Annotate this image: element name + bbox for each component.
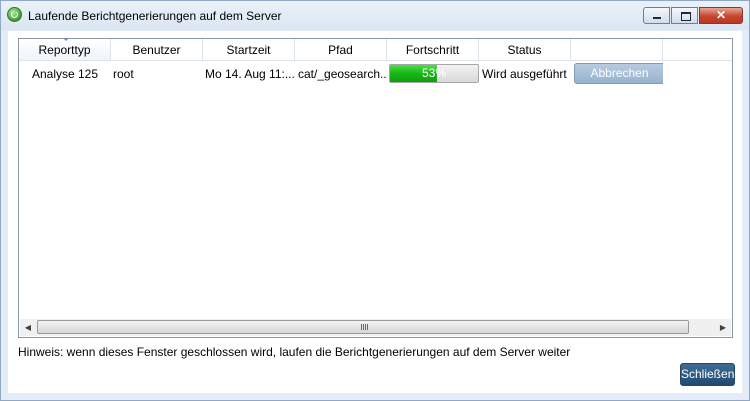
close-icon: ✕: [715, 8, 727, 22]
abort-button[interactable]: Abbrechen: [574, 63, 663, 84]
cell-pfad: cat/_geosearch...: [298, 67, 387, 81]
grip-icon: [361, 324, 369, 330]
window-controls: ✕: [642, 7, 743, 24]
cell-benutzer: root: [113, 67, 134, 81]
progress-label: 53%: [421, 66, 447, 80]
column-header-label: Fortschritt: [405, 43, 460, 57]
minimize-icon: [653, 17, 661, 19]
column-header-label: Pfad: [328, 43, 353, 57]
column-header-label: Startzeit: [226, 43, 271, 57]
title-bar[interactable]: Laufende Berichtgenerierungen auf dem Se…: [1, 1, 749, 30]
column-header-pfad[interactable]: Pfad: [295, 39, 387, 61]
table-header: Reporttyp Benutzer Startzeit Pfad Fortsc…: [19, 38, 732, 61]
column-header-label: Reporttyp: [38, 43, 91, 57]
column-header-label: Benutzer: [132, 43, 181, 57]
column-header-fortschritt[interactable]: Fortschritt: [387, 39, 479, 61]
dialog-content: Reporttyp Benutzer Startzeit Pfad Fortsc…: [8, 31, 742, 393]
window-close-button[interactable]: ✕: [699, 7, 743, 24]
scroll-right-icon[interactable]: ▶: [715, 319, 731, 336]
cell-reporttyp: Analyse 125: [31, 67, 99, 81]
horizontal-scrollbar[interactable]: ◀ ▶: [20, 319, 731, 336]
column-header-label: Status: [507, 43, 542, 57]
dialog-window: Laufende Berichtgenerierungen auf dem Se…: [0, 0, 750, 401]
minimize-button[interactable]: [643, 7, 670, 24]
hint-text: Hinweis: wenn dieses Fenster geschlossen…: [18, 345, 571, 359]
table-row[interactable]: Analyse 125 root Mo 14. Aug 11:... cat/_…: [19, 62, 732, 86]
scroll-left-icon[interactable]: ◀: [20, 319, 36, 336]
report-table: Reporttyp Benutzer Startzeit Pfad Fortsc…: [18, 38, 733, 338]
column-header-filler: [663, 39, 732, 61]
cell-action: Abbrechen: [571, 62, 663, 86]
app-refresh-icon: [7, 7, 22, 22]
column-header-reporttyp[interactable]: Reporttyp: [19, 38, 111, 61]
column-header-benutzer[interactable]: Benutzer: [111, 39, 203, 61]
close-button[interactable]: Schließen: [680, 363, 735, 386]
column-header-status[interactable]: Status: [479, 39, 571, 61]
cell-fortschritt: 53%: [387, 62, 479, 86]
maximize-button[interactable]: [671, 7, 698, 24]
column-header-action: [571, 39, 663, 61]
progress-bar: 53%: [389, 64, 479, 83]
window-title: Laufende Berichtgenerierungen auf dem Se…: [28, 9, 282, 23]
maximize-icon: [681, 12, 691, 21]
cell-status: Wird ausgeführt: [482, 67, 567, 81]
cell-startzeit: Mo 14. Aug 11:...: [205, 67, 295, 81]
sort-indicator-icon: [63, 38, 69, 41]
column-header-startzeit[interactable]: Startzeit: [203, 39, 295, 61]
scroll-thumb[interactable]: [37, 320, 689, 334]
